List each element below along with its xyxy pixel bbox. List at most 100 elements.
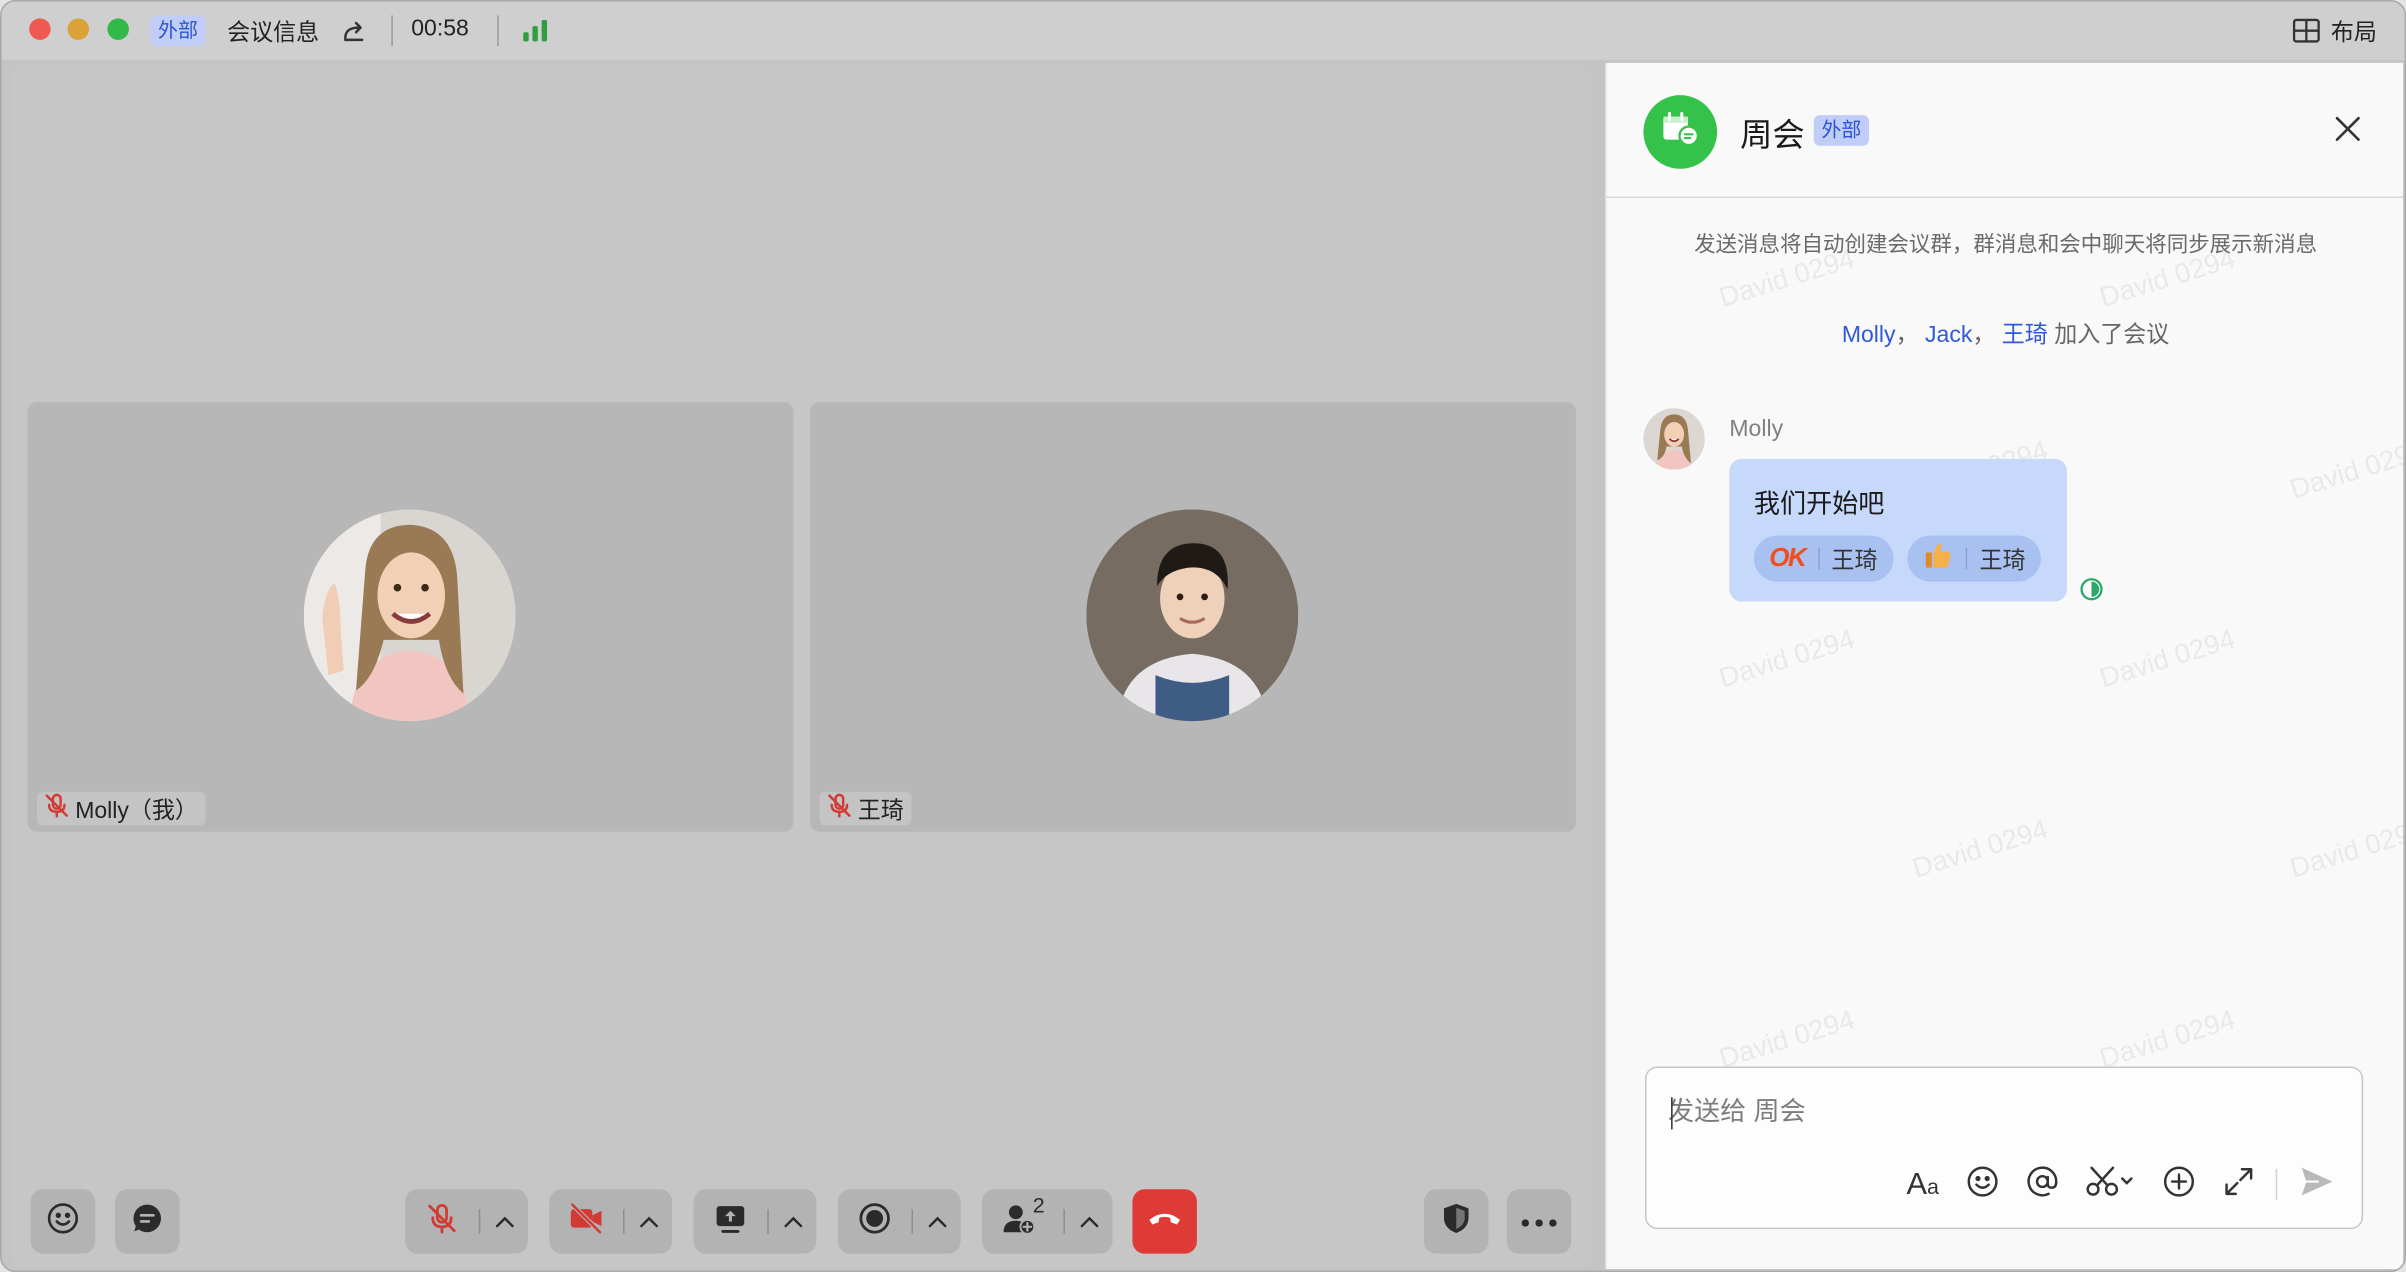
chat-bubble-icon xyxy=(130,1201,164,1242)
watermark: David 0294 xyxy=(2096,623,2239,694)
watermark: David 0294 xyxy=(1715,1003,1859,1074)
group-meeting-icon xyxy=(1660,110,1700,155)
meeting-window: 外部 会议信息 00:58 布局 Molly（我） 王琦 2 David 029… xyxy=(0,0,2406,1272)
participant-name: Molly（我） xyxy=(75,797,198,824)
record-icon xyxy=(858,1201,892,1242)
share-screen-icon xyxy=(714,1201,748,1242)
chevron-up-icon xyxy=(783,1208,802,1236)
reaction-thumbs-up[interactable]: 王琦 xyxy=(1907,535,2041,582)
record-options-button[interactable] xyxy=(913,1189,961,1253)
mic-toggle-button[interactable] xyxy=(405,1189,479,1253)
message-input[interactable] xyxy=(1668,1092,2313,1133)
join-notice: Molly， Jack， 王琦 加入了会议 xyxy=(1841,322,2170,349)
emoji-button[interactable] xyxy=(1963,1165,2003,1205)
send-button[interactable] xyxy=(2297,1165,2337,1205)
mention-molly[interactable]: Molly xyxy=(1842,322,1896,348)
message-sender: Molly xyxy=(1729,415,1784,442)
maximize-window-button[interactable] xyxy=(107,18,129,40)
hang-up-icon xyxy=(1146,1208,1183,1236)
participants-icon xyxy=(1000,1201,1037,1242)
mic-options-button[interactable] xyxy=(480,1189,528,1253)
camera-toggle-button[interactable] xyxy=(549,1189,623,1253)
participants-options-button[interactable] xyxy=(1065,1189,1113,1253)
watermark: David 0294 xyxy=(1908,813,2052,884)
meeting-timer: 00:58 xyxy=(411,15,469,42)
watermark: David 0294 xyxy=(1715,623,1859,694)
auto-group-notice: 发送消息将自动创建会议群，群消息和会中聊天将同步展示新消息 xyxy=(1694,231,2318,257)
chevron-up-icon xyxy=(1079,1208,1098,1236)
share-screen-button[interactable] xyxy=(694,1189,768,1253)
reactions-button[interactable] xyxy=(30,1189,96,1254)
screenshot-button[interactable] xyxy=(2082,1165,2137,1205)
share-options-button[interactable] xyxy=(769,1189,817,1253)
chat-panel: David 0294 David 0294 David 0294 David 0… xyxy=(1605,62,2404,1270)
reaction-user: 王琦 xyxy=(1831,547,1878,574)
group-avatar xyxy=(1643,95,1718,169)
read-status-icon[interactable] xyxy=(2079,577,2104,609)
reaction-ok[interactable]: OK 王琦 xyxy=(1753,535,1893,582)
security-button[interactable] xyxy=(1424,1189,1489,1254)
scissors-icon xyxy=(2084,1164,2136,1205)
video-stage: Molly（我） 王琦 2 xyxy=(10,64,1592,1268)
send-icon xyxy=(2299,1164,2336,1205)
message-bubble[interactable]: 我们开始吧 OK 王琦 王琦 xyxy=(1729,458,2067,602)
participant-count: 2 xyxy=(1032,1192,1045,1217)
chat-title: 周会 xyxy=(1740,118,1805,154)
layout-icon[interactable] xyxy=(2292,18,2321,50)
record-control[interactable] xyxy=(837,1189,961,1254)
share-icon[interactable] xyxy=(342,18,367,50)
text-format-icon: Aa xyxy=(1906,1166,1939,1201)
mention-jack[interactable]: Jack xyxy=(1925,322,1972,348)
smile-icon xyxy=(46,1201,80,1242)
close-chat-button[interactable] xyxy=(2334,115,2362,143)
message-text: 我们开始吧 xyxy=(1753,489,1885,519)
participants-control[interactable]: 2 xyxy=(982,1189,1113,1254)
mention-button[interactable] xyxy=(2022,1165,2062,1205)
close-window-button[interactable] xyxy=(29,18,51,40)
mic-muted-icon xyxy=(425,1201,459,1242)
camera-control[interactable] xyxy=(549,1189,673,1254)
record-button[interactable] xyxy=(838,1189,912,1253)
add-attachment-button[interactable] xyxy=(2159,1165,2199,1205)
thumbs-up-icon xyxy=(1923,540,1954,577)
microphone-control[interactable] xyxy=(405,1189,528,1254)
ok-emoji-icon: OK xyxy=(1769,543,1807,573)
external-tag: 外部 xyxy=(1813,115,1870,146)
title-bar: 外部 会议信息 00:58 布局 xyxy=(1,1,2405,60)
format-button[interactable]: Aa xyxy=(1903,1165,1943,1205)
participants-button[interactable]: 2 xyxy=(982,1189,1063,1253)
message-composer[interactable]: Aa xyxy=(1644,1066,2364,1230)
at-sign-icon xyxy=(2026,1164,2060,1205)
smile-icon xyxy=(1966,1164,2000,1205)
plus-circle-icon xyxy=(2162,1164,2196,1205)
message-avatar[interactable] xyxy=(1643,408,1705,470)
mic-muted-icon xyxy=(826,792,854,826)
meeting-info-button[interactable]: 会议信息 xyxy=(227,15,319,47)
minimize-window-button[interactable] xyxy=(67,18,90,40)
chevron-up-icon xyxy=(639,1208,658,1236)
participant-name-tag: 王琦 xyxy=(819,791,912,826)
avatar-molly xyxy=(303,509,516,722)
more-icon xyxy=(1521,1208,1558,1236)
chat-header: 周会 外部 xyxy=(1606,63,2404,198)
share-screen-control[interactable] xyxy=(693,1189,817,1254)
video-tile-wangqi[interactable]: 王琦 xyxy=(810,402,1576,832)
video-tile-molly[interactable]: Molly（我） xyxy=(27,402,794,832)
expand-icon xyxy=(2223,1165,2254,1203)
watermark: David 0294 xyxy=(2286,434,2404,505)
shield-icon xyxy=(1441,1201,1472,1242)
expand-editor-button[interactable] xyxy=(2219,1165,2259,1205)
signal-strength-icon[interactable] xyxy=(522,18,550,50)
mention-wangqi[interactable]: 王琦 xyxy=(2002,322,2048,348)
camera-options-button[interactable] xyxy=(625,1189,673,1253)
watermark: David 0294 xyxy=(2286,813,2404,884)
chevron-up-icon xyxy=(495,1208,513,1236)
leave-meeting-button[interactable] xyxy=(1132,1189,1197,1254)
more-button[interactable] xyxy=(1506,1189,1572,1254)
participant-name-tag: Molly（我） xyxy=(36,791,206,826)
layout-button[interactable]: 布局 xyxy=(2331,15,2377,47)
reaction-user: 王琦 xyxy=(1979,547,2026,574)
chat-button[interactable] xyxy=(115,1189,180,1254)
mic-muted-icon xyxy=(43,792,71,826)
participant-name: 王琦 xyxy=(857,797,904,824)
